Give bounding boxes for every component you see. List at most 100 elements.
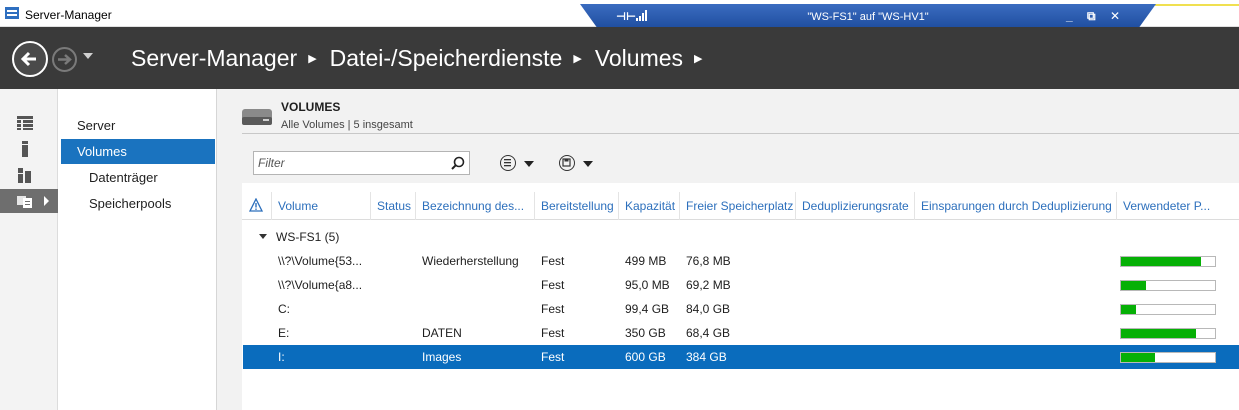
cell-provisioning: Fest <box>541 326 565 340</box>
column-header-label[interactable]: Bezeichnung des... <box>415 192 534 220</box>
cell-volume: E: <box>278 326 290 340</box>
breadcrumb: Server-Manager ▶ Datei-/Speicherdienste … <box>131 45 716 72</box>
usage-bar-fill <box>1121 305 1137 314</box>
column-header-dedup-rate[interactable]: Deduplizierungsrate <box>795 192 914 220</box>
cell-provisioning: Fest <box>541 302 565 316</box>
list-options-button[interactable] <box>498 153 540 175</box>
cell-capacity: 350 GB <box>625 326 666 340</box>
list-options-icon <box>500 155 516 171</box>
left-icon-bar <box>0 89 58 410</box>
chevron-down-icon <box>524 161 534 167</box>
table-row[interactable]: \\?\Volume{53... Wiederherstellung Fest 499… <box>243 249 1239 273</box>
column-header-status[interactable]: Status <box>370 192 415 220</box>
main-content: VOLUMES Alle Volumes | 5 insgesamt Filte… <box>217 89 1239 410</box>
cell-provisioning: Fest <box>541 254 565 268</box>
collapse-triangle-icon[interactable] <box>259 234 267 239</box>
warning-icon[interactable] <box>249 198 263 212</box>
cell-label <box>422 273 534 297</box>
nav-file-storage-services[interactable] <box>0 189 58 213</box>
table-row[interactable]: E: DATEN Fest 350 GB 68,4 GB <box>243 321 1239 345</box>
close-icon[interactable]: ✕ <box>1110 9 1120 23</box>
arrow-right-icon <box>58 54 72 65</box>
server-manager-app-icon <box>5 7 19 19</box>
usage-bar <box>1120 304 1216 315</box>
volumes-grid: Volume Status Bezeichnung des... Bereits… <box>242 183 1239 410</box>
cell-provisioning: Fest <box>541 350 565 364</box>
history-dropdown-icon[interactable] <box>83 53 93 59</box>
server-group[interactable]: WS-FS1 (5) <box>242 228 1239 248</box>
dashboard-icon <box>17 116 33 130</box>
filter-box <box>253 151 470 175</box>
subnav-item-volumes[interactable]: Volumes <box>61 139 215 164</box>
section-subtitle: Alle Volumes | 5 insgesamt <box>281 119 413 131</box>
column-header-volume[interactable]: Volume <box>271 192 370 220</box>
cell-status <box>377 297 417 321</box>
forward-button[interactable] <box>52 47 77 72</box>
column-header-dedup-savings[interactable]: Einsparungen durch Deduplizierung <box>914 192 1116 220</box>
breadcrumb-separator-icon[interactable]: ▶ <box>694 52 702 65</box>
cell-volume: \\?\Volume{53... <box>278 254 363 268</box>
minimize-icon[interactable]: _ <box>1066 9 1073 23</box>
subnav-item-server[interactable]: Server <box>61 113 215 138</box>
column-header-provisioning[interactable]: Bereitstellung <box>534 192 618 220</box>
arrow-left-icon <box>20 51 36 67</box>
grid-header: Volume Status Bezeichnung des... Bereits… <box>242 192 1239 220</box>
nav-all-servers[interactable] <box>0 163 58 187</box>
back-button[interactable] <box>12 41 48 77</box>
all-servers-icon <box>18 168 31 183</box>
cell-status <box>377 321 417 345</box>
table-row[interactable]: C: Fest 99,4 GB 84,0 GB <box>243 297 1239 321</box>
column-header-capacity[interactable]: Kapazität <box>618 192 679 220</box>
nav-local-server[interactable] <box>0 137 58 161</box>
search-icon[interactable] <box>451 156 465 170</box>
cell-capacity: 600 GB <box>625 350 666 364</box>
cell-status <box>377 273 417 297</box>
app-header: Server-Manager ▶ Datei-/Speicherdienste … <box>0 27 1239 89</box>
breadcrumb-volumes[interactable]: Volumes <box>595 45 683 72</box>
cell-free: 68,4 GB <box>686 326 731 340</box>
save-query-button[interactable] <box>557 153 599 175</box>
breadcrumb-file-storage[interactable]: Datei-/Speicherdienste <box>330 45 563 72</box>
expand-arrow-icon <box>44 196 49 206</box>
usage-bar-fill <box>1121 329 1197 338</box>
column-header-used-percent[interactable]: Verwendeter P... <box>1116 192 1216 220</box>
remote-connection-bar: ⊣⊢ "WS-FS1" auf "WS-HV1" _ ⧉ ✕ <box>580 4 1156 28</box>
cell-free: 76,8 MB <box>686 254 731 268</box>
breadcrumb-server-manager[interactable]: Server-Manager <box>131 45 297 72</box>
cell-label <box>422 297 534 321</box>
cell-volume: I: <box>278 350 285 364</box>
usage-bar <box>1120 352 1216 363</box>
column-header-free-space[interactable]: Freier Speicherplatz <box>679 192 795 220</box>
file-storage-icon <box>17 196 32 208</box>
local-server-icon <box>22 141 28 157</box>
cell-label: DATEN <box>422 326 462 340</box>
window-title: Server-Manager <box>25 8 112 22</box>
cell-capacity: 99,4 GB <box>625 302 670 316</box>
cell-volume: C: <box>278 302 290 316</box>
titlebar-accent-line <box>1155 4 1239 6</box>
cell-status <box>377 345 417 369</box>
filter-input[interactable] <box>254 152 439 174</box>
sub-navigation: Server Volumes Datenträger Speicherpools <box>58 89 217 410</box>
cell-capacity: 95,0 MB <box>625 278 670 292</box>
table-row[interactable]: I: Images Fest 600 GB 384 GB <box>243 345 1239 369</box>
chevron-down-icon <box>583 161 593 167</box>
table-row[interactable]: \\?\Volume{a8... Fest 95,0 MB 69,2 MB <box>243 273 1239 297</box>
nav-dashboard[interactable] <box>0 111 58 135</box>
cell-free: 384 GB <box>686 350 727 364</box>
subnav-item-storage-pools[interactable]: Speicherpools <box>61 191 215 216</box>
cell-label: Images <box>422 350 462 364</box>
usage-bar <box>1120 328 1216 339</box>
usage-bar <box>1120 280 1216 291</box>
volume-drive-icon <box>242 109 272 125</box>
breadcrumb-separator-icon: ▶ <box>573 53 582 65</box>
cell-label: Wiederherstellung <box>422 254 519 268</box>
restore-icon[interactable]: ⧉ <box>1087 9 1096 24</box>
usage-bar-fill <box>1121 281 1147 290</box>
cell-provisioning: Fest <box>541 278 565 292</box>
subnav-item-disks[interactable]: Datenträger <box>61 165 215 190</box>
grid-toolbar <box>242 133 1239 183</box>
breadcrumb-separator-icon: ▶ <box>308 53 317 65</box>
section-title: VOLUMES <box>281 100 341 114</box>
cell-volume: \\?\Volume{a8... <box>278 278 363 292</box>
